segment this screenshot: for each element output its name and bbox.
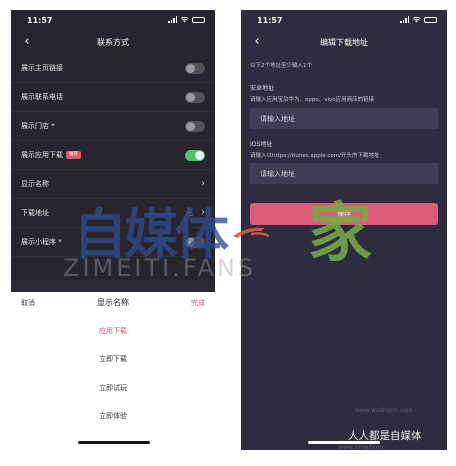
edit-download-url-screen: 11:57 ‹ 编辑下载地址 以下2个地址至少输入1个 安卓地址 请输入应用宝及… bbox=[241, 10, 447, 450]
sheet-title: 显示名称 bbox=[97, 298, 129, 307]
phone-toggle[interactable] bbox=[185, 92, 205, 103]
android-heading: 安卓地址 bbox=[250, 85, 275, 92]
battery-icon bbox=[424, 16, 437, 23]
status-bar: 11:57 bbox=[241, 10, 447, 32]
app-download-toggle[interactable] bbox=[185, 150, 205, 161]
page-title: 编辑下载地址 bbox=[320, 38, 368, 47]
chevron-right-icon: › bbox=[201, 178, 205, 189]
display-name-picker-sheet: 取消 显示名称 完成 应用下载 立即下载 立即试玩 立即体验 bbox=[11, 292, 215, 450]
address-hint: 以下2个地址至少输入1个 bbox=[250, 63, 312, 69]
setting-row-mini-program[interactable]: 展示小程序 * bbox=[11, 228, 215, 257]
home-indicator bbox=[78, 441, 150, 444]
setting-row-download-url[interactable]: 下载地址 无 › bbox=[11, 199, 215, 228]
ios-heading: IOS地址 bbox=[250, 141, 273, 148]
status-bar: 11:57 bbox=[11, 10, 215, 32]
settings-list: 展示主页链接 展示联系电话 展示门店 * 展示应用下载 推荐 显示名称 › 下载… bbox=[11, 54, 215, 257]
screenshot-canvas: 11:57 ‹ 联系方式 展示主页链接 展示联系电话 展示门店 * 展示应用下载… bbox=[0, 0, 456, 466]
battery-icon bbox=[192, 16, 205, 23]
chevron-right-icon: › bbox=[201, 207, 205, 218]
homepage-link-toggle[interactable] bbox=[185, 63, 205, 74]
status-time: 11:57 bbox=[27, 16, 53, 25]
contact-settings-screen: 11:57 ‹ 联系方式 展示主页链接 展示联系电话 展示门店 * 展示应用下载… bbox=[11, 10, 215, 292]
ios-url-input[interactable]: 请输入地址 bbox=[250, 163, 438, 184]
setting-label: 下载地址 bbox=[21, 209, 49, 217]
signal-icon bbox=[400, 16, 409, 23]
picker-option-download-now[interactable]: 立即下载 bbox=[11, 354, 215, 364]
mini-program-toggle[interactable] bbox=[185, 237, 205, 248]
setting-row-homepage-link[interactable]: 展示主页链接 bbox=[11, 54, 215, 83]
ios-url-placeholder: 请输入地址 bbox=[260, 170, 295, 178]
status-icons bbox=[168, 16, 205, 23]
picker-option-try-now[interactable]: 立即试玩 bbox=[11, 383, 215, 393]
save-button-label: 保存 bbox=[337, 210, 351, 218]
picker-option-app-download[interactable]: 应用下载 bbox=[11, 326, 215, 336]
setting-label: 展示小程序 * bbox=[21, 238, 62, 246]
android-description: 请输入应用宝及华为、oppo、vivo应用商店的链接 bbox=[250, 97, 375, 103]
android-url-input[interactable]: 请输入地址 bbox=[250, 108, 438, 129]
overlay-dim bbox=[11, 280, 215, 292]
setting-row-store[interactable]: 展示门店 * bbox=[11, 112, 215, 141]
signal-icon bbox=[168, 16, 177, 23]
setting-label: 展示主页链接 bbox=[21, 64, 63, 72]
setting-label: 显示名称 bbox=[21, 180, 49, 188]
status-time: 11:57 bbox=[257, 16, 283, 25]
android-url-placeholder: 请输入地址 bbox=[260, 115, 295, 123]
watermark-url-right: www.woshipm.com bbox=[355, 407, 413, 414]
ios-description: 请输入以https://itunes.apple.com/开头的下载地址 bbox=[250, 153, 380, 159]
setting-row-display-name[interactable]: 显示名称 › bbox=[11, 170, 215, 199]
setting-label: 展示门店 * bbox=[21, 122, 55, 130]
done-button[interactable]: 完成 bbox=[191, 298, 205, 308]
setting-label: 展示联系电话 bbox=[21, 93, 63, 101]
setting-label-text: 展示应用下载 bbox=[21, 151, 63, 159]
save-button[interactable]: 保存 bbox=[250, 203, 438, 225]
download-url-value: 无 bbox=[186, 209, 193, 217]
setting-row-app-download[interactable]: 展示应用下载 推荐 bbox=[11, 141, 215, 170]
recommend-badge: 推荐 bbox=[66, 151, 81, 159]
nav-bar: ‹ 编辑下载地址 bbox=[241, 32, 447, 54]
watermark-corner-url: www.zimeiti.cn bbox=[338, 444, 384, 451]
page-title: 联系方式 bbox=[97, 38, 129, 47]
wifi-icon bbox=[412, 16, 421, 23]
sheet-header: 取消 显示名称 完成 bbox=[11, 292, 215, 314]
nav-bar: ‹ 联系方式 bbox=[11, 32, 215, 54]
store-toggle[interactable] bbox=[185, 121, 205, 132]
picker-option-experience-now[interactable]: 立即体验 bbox=[11, 411, 215, 421]
status-icons bbox=[400, 16, 437, 23]
setting-row-phone[interactable]: 展示联系电话 bbox=[11, 83, 215, 112]
setting-label-with-tag: 展示应用下载 推荐 bbox=[21, 150, 81, 160]
wifi-icon bbox=[180, 16, 189, 23]
watermark-corner-text: 人人都是自媒体 bbox=[348, 430, 422, 442]
